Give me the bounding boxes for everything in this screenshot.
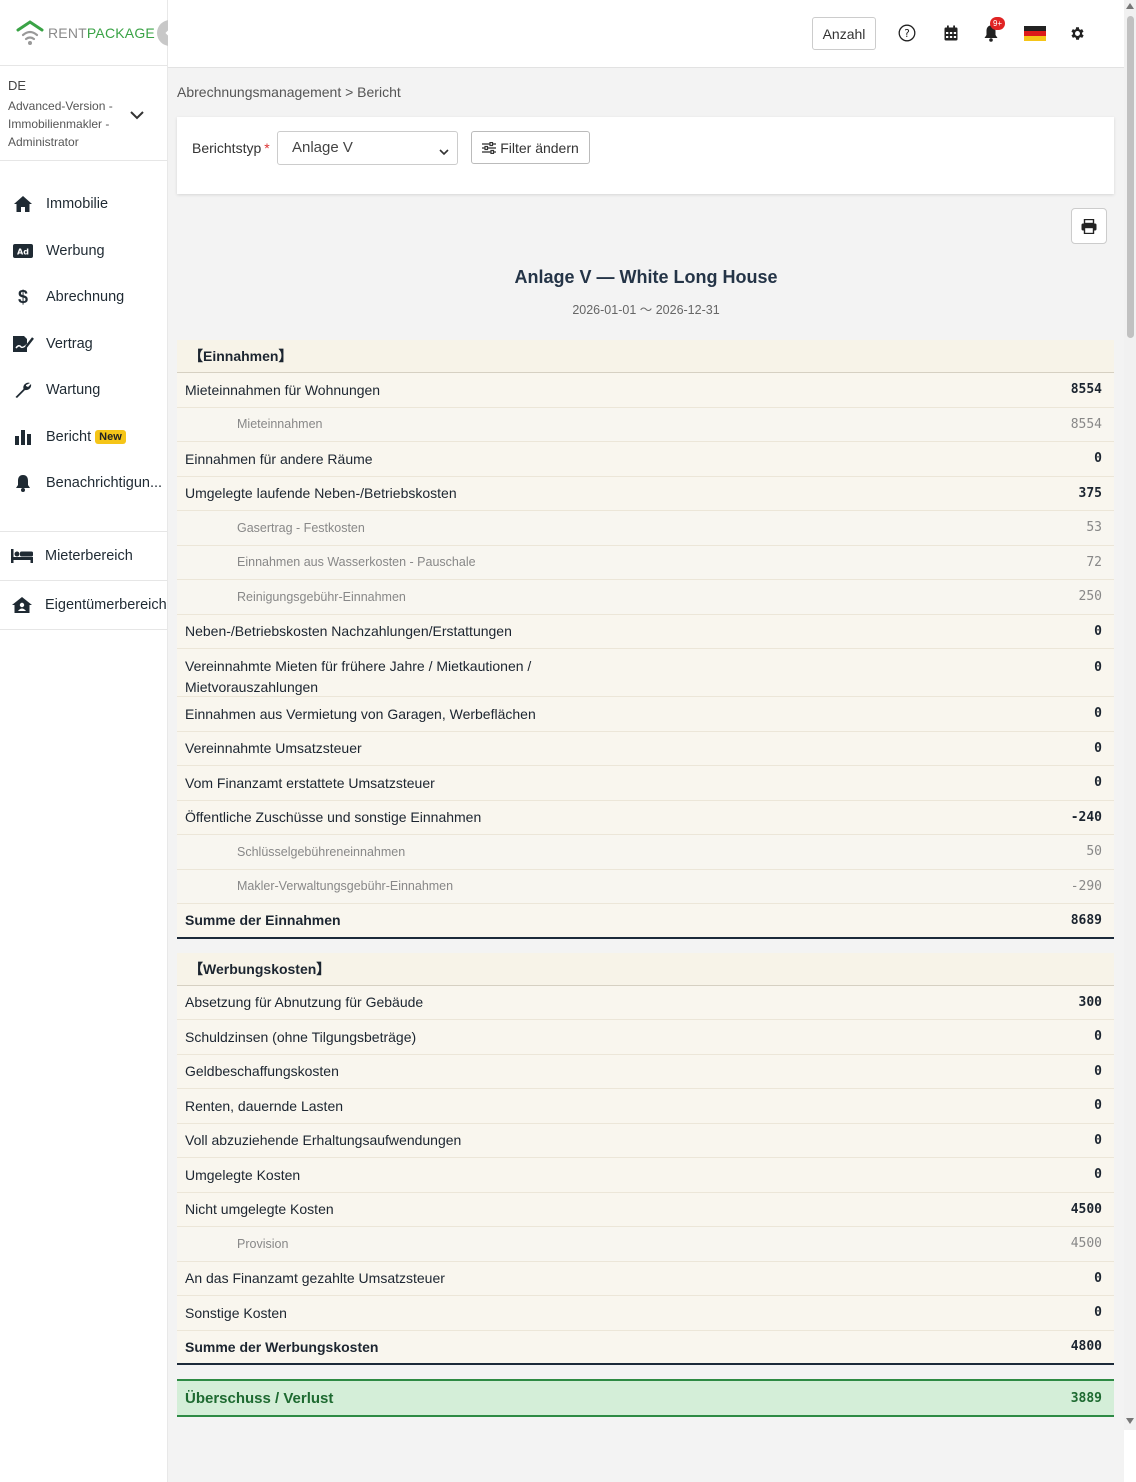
- page-scrollbar[interactable]: [1124, 0, 1136, 1430]
- surplus-loss-row: Überschuss / Verlust 3889: [177, 1379, 1114, 1417]
- new-badge: New: [95, 429, 126, 444]
- wrench-icon: [12, 380, 34, 400]
- table-row: Vom Finanzamt erstattete Umsatzsteuer 0: [177, 766, 1114, 801]
- sidebar-item-bericht[interactable]: Bericht New: [0, 414, 167, 461]
- sidebar: RENTPACKAGE DE Advanced-Version - Immobi…: [0, 0, 168, 1482]
- table-row: Vereinnahmte Umsatzsteuer 0: [177, 731, 1114, 766]
- sidebar-item-abrechnung[interactable]: $ Abrechnung: [0, 274, 167, 321]
- bed-icon: [11, 546, 33, 566]
- sliders-icon: [482, 141, 497, 154]
- report-type-select[interactable]: Anlage V: [277, 131, 458, 165]
- table-row: Absetzung für Abnutzung für Gebäude 300: [177, 985, 1114, 1020]
- chevron-down-icon: [439, 144, 449, 156]
- sidebar-item-label: Werbung: [46, 242, 105, 259]
- change-filter-button[interactable]: Filter ändern: [471, 131, 590, 164]
- logo[interactable]: RENTPACKAGE: [0, 0, 167, 66]
- sidebar-item-vertrag[interactable]: Vertrag: [0, 321, 167, 368]
- notification-bell-icon[interactable]: 9+: [981, 17, 1005, 43]
- sidebar-item-werbung[interactable]: Ad Werbung: [0, 228, 167, 275]
- main-nav: Immobilie Ad Werbung $ Abrechnung Vertra…: [0, 161, 167, 507]
- sidebar-item-benachrichtigungen[interactable]: Benachrichtigun...: [0, 460, 167, 507]
- account-switcher[interactable]: DE Advanced-Version - Immobilienmakler -…: [0, 66, 167, 161]
- print-icon: [1081, 218, 1097, 234]
- account-language: DE: [8, 78, 27, 93]
- svg-text:Ad: Ad: [17, 247, 29, 256]
- scrollbar-thumb[interactable]: [1127, 16, 1134, 338]
- help-icon[interactable]: ?: [897, 23, 917, 43]
- dollar-icon: $: [17, 286, 28, 307]
- income-sum-row: Summe der Einnahmen 8689: [177, 904, 1114, 939]
- sidebar-item-label: Immobilie: [46, 196, 109, 213]
- table-row: Geldbeschaffungskosten 0: [177, 1054, 1114, 1089]
- main-content: Abrechnungsmanagement > Bericht Berichts…: [168, 68, 1124, 1482]
- table-row: Provision 4500: [177, 1227, 1114, 1262]
- ad-icon: Ad: [12, 241, 34, 261]
- table-row: Öffentliche Zuschüsse und sonstige Einna…: [177, 800, 1114, 835]
- section-gap: [177, 938, 1114, 953]
- house-user-icon: [11, 595, 33, 615]
- expenses-section-heading: 【Werbungskosten】: [177, 952, 1114, 986]
- income-section-heading: 【Einnahmen】: [177, 340, 1114, 373]
- table-row: Neben-/Betriebskosten Nachzahlungen/Erst…: [177, 614, 1114, 649]
- bell-icon: [12, 473, 34, 493]
- bar-chart-icon: [12, 427, 34, 447]
- top-header: Anzahl ? 9+: [168, 0, 1124, 68]
- table-row: Umgelegte Kosten 0: [177, 1158, 1114, 1193]
- logo-text: RENTPACKAGE: [48, 24, 155, 41]
- expenses-sum-row: Summe der Werbungskosten 4800: [177, 1330, 1114, 1365]
- sidebar-item-wartung[interactable]: Wartung: [0, 367, 167, 414]
- table-row: Umgelegte laufende Neben-/Betriebskosten…: [177, 476, 1114, 511]
- sidebar-item-label: Bericht: [46, 428, 92, 445]
- report-type-selected: Anlage V: [292, 139, 353, 156]
- table-row: An das Finanzamt gezahlte Umsatzsteuer 0: [177, 1261, 1114, 1296]
- german-flag-icon[interactable]: [1024, 23, 1046, 43]
- sidebar-item-immobilie[interactable]: Immobilie: [0, 181, 167, 228]
- report-title: Anlage V — White Long House: [514, 267, 778, 287]
- sidebar-item-mieterbereich[interactable]: Mieterbereich: [0, 532, 167, 581]
- table-row: Gasertrag - Festkosten 53: [177, 511, 1114, 546]
- sidebar-item-label: Eigentümerbereich: [45, 596, 167, 613]
- report-date-range: 2026-01-01 〜 2026-12-31: [572, 303, 720, 317]
- account-role: Advanced-Version - Immobilienmakler - Ad…: [8, 99, 113, 149]
- sidebar-item-label: Vertrag: [46, 335, 93, 352]
- sidebar-item-label: Benachrichtigun...: [46, 475, 163, 492]
- area-nav: Mieterbereich Eigentümerbereich: [0, 532, 167, 630]
- chevron-down-icon[interactable]: [128, 106, 146, 124]
- print-button[interactable]: [1071, 208, 1107, 244]
- scroll-up-arrow-icon[interactable]: [1126, 3, 1134, 9]
- table-row: Mieteinnahmen 8554: [177, 407, 1114, 442]
- wifi-house-logo-icon: [16, 19, 44, 46]
- table-row: Makler-Verwaltungsgebühr-Einnahmen -290: [177, 869, 1114, 904]
- table-row: Vereinnahmte Mieten für frühere Jahre / …: [177, 649, 1114, 697]
- change-filter-label: Filter ändern: [500, 139, 579, 156]
- home-icon: [12, 194, 34, 214]
- table-row: Renten, dauernde Lasten 0: [177, 1089, 1114, 1124]
- notification-count-badge: 9+: [990, 17, 1005, 30]
- sidebar-item-eigentuemerbereich[interactable]: Eigentümerbereich: [0, 581, 167, 630]
- report-type-label: Berichtstyp *: [192, 140, 270, 156]
- table-row: Voll abzuziehende Erhaltungsaufwendungen…: [177, 1123, 1114, 1158]
- sidebar-item-label: Abrechnung: [46, 289, 125, 306]
- table-row: Reinigungsgebühr-Einnahmen 250: [177, 580, 1114, 615]
- contract-icon: [12, 334, 34, 354]
- table-row: Einnahmen aus Vermietung von Garagen, We…: [177, 697, 1114, 732]
- filter-card: Berichtstyp * Anlage V Filter ändern: [177, 117, 1114, 194]
- anzahl-button[interactable]: Anzahl: [812, 17, 876, 50]
- calendar-icon[interactable]: [941, 23, 961, 43]
- breadcrumb: Abrechnungsmanagement > Bericht: [177, 84, 401, 100]
- table-row: Schlüsselgebühreneinnahmen 50: [177, 835, 1114, 870]
- table-row: Einnahmen für andere Räume 0: [177, 442, 1114, 477]
- table-row: Einnahmen aus Wasserkosten - Pauschale 72: [177, 545, 1114, 580]
- sidebar-item-label: Mieterbereich: [45, 547, 133, 564]
- table-row: Mieteinnahmen für Wohnungen 8554: [177, 373, 1114, 408]
- scroll-down-arrow-icon[interactable]: [1126, 1418, 1134, 1424]
- table-row: Sonstige Kosten 0: [177, 1296, 1114, 1331]
- sidebar-item-label: Wartung: [46, 382, 101, 399]
- report-table: 【Einnahmen】 Mieteinnahmen für Wohnungen 8…: [177, 340, 1114, 1417]
- svg-text:?: ?: [904, 28, 910, 40]
- table-row: Nicht umgelegte Kosten 4500: [177, 1192, 1114, 1227]
- gear-icon[interactable]: [1067, 23, 1087, 43]
- table-row: Schuldzinsen (ohne Tilgungsbeträge) 0: [177, 1020, 1114, 1055]
